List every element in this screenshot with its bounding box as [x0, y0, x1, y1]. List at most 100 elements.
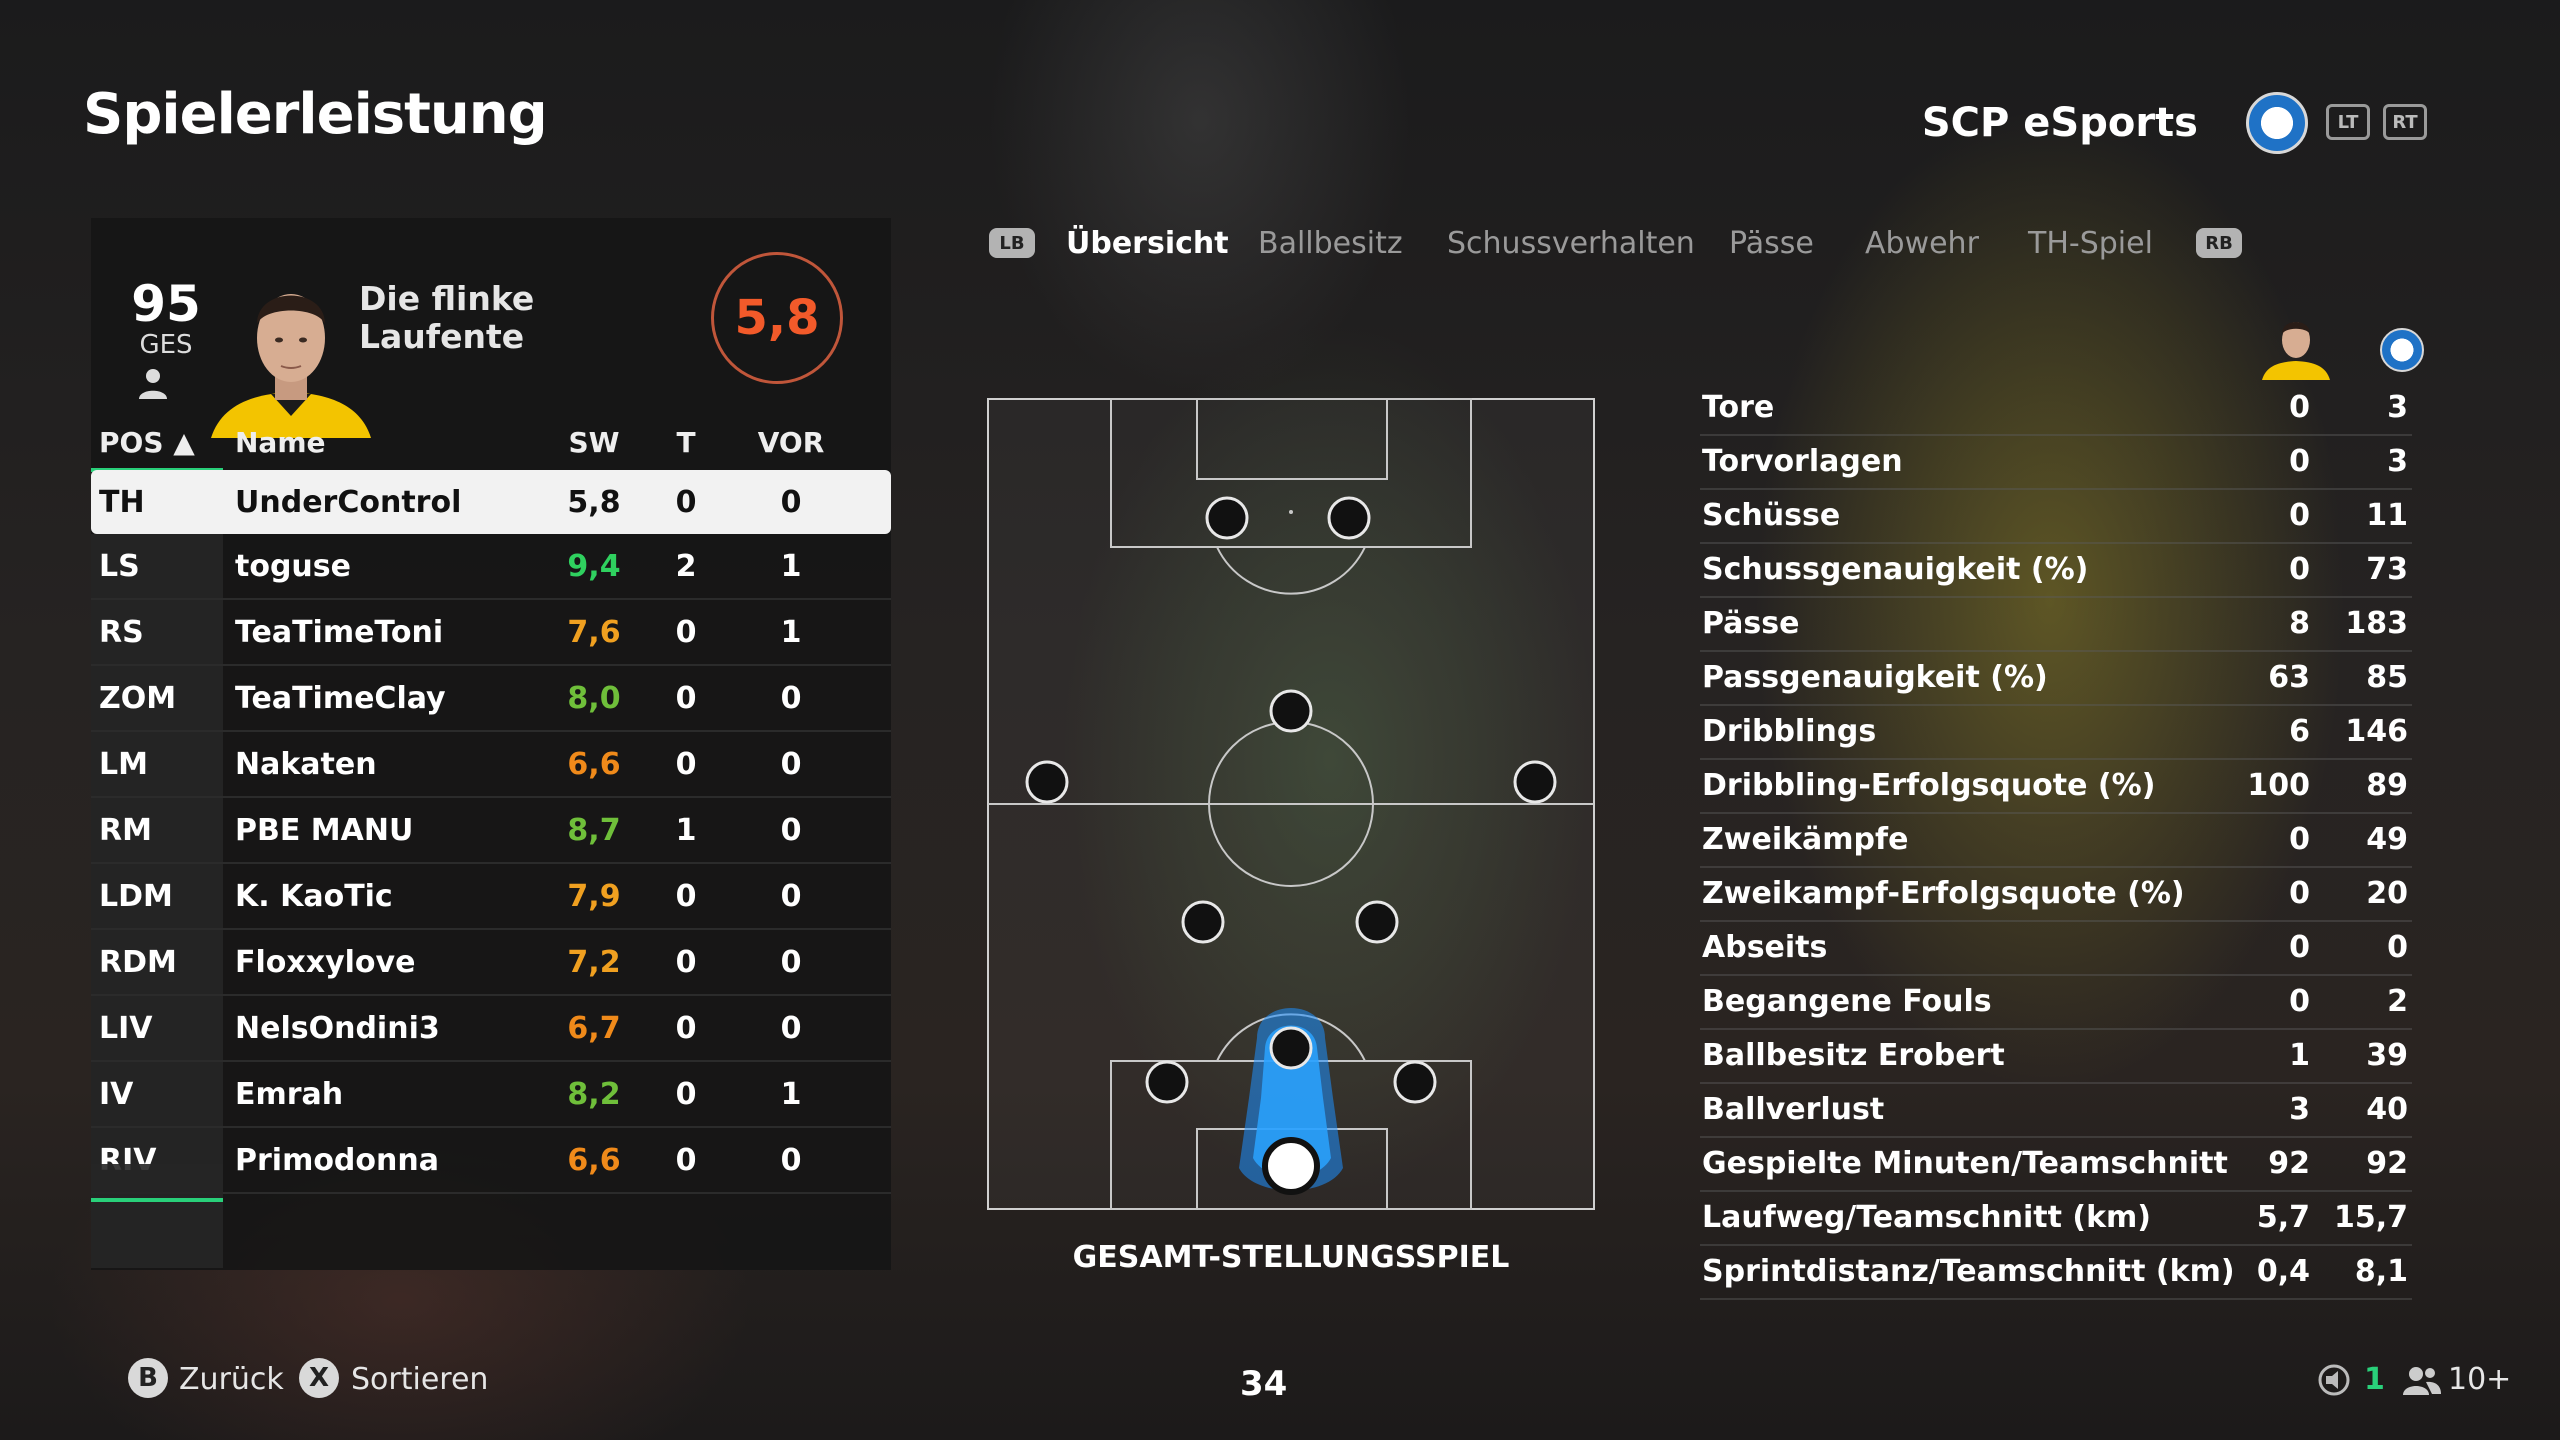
stat-player-value: 100 [2247, 768, 2310, 803]
stat-row: Passgenauigkeit (%) 63 85 [1700, 652, 2412, 706]
lb-bumper-icon[interactable]: LB [989, 228, 1035, 258]
b-button-icon[interactable]: B [128, 1358, 168, 1398]
stat-team-value: 92 [2366, 1146, 2408, 1181]
tab-abwehr[interactable]: Abwehr [1865, 226, 1979, 261]
stat-player-value: 0 [2289, 876, 2310, 911]
player-list-panel: 95 GES Die flinke Laufente 5,8 POS ▲ Nam… [91, 218, 891, 1270]
row-name: PBE MANU [235, 813, 414, 848]
table-row[interactable]: TH UnderControl 5,8 0 0 [91, 470, 891, 534]
stat-row: Schussgenauigkeit (%) 0 73 [1700, 544, 2412, 598]
tab-schussverhalten[interactable]: Schussverhalten [1447, 226, 1695, 261]
tab-th-spiel[interactable]: TH-Spiel [2028, 226, 2153, 261]
row-assists: 0 [780, 945, 802, 980]
stat-team-value: 49 [2366, 822, 2408, 857]
stat-team-value: 146 [2345, 714, 2408, 749]
stat-player-value: 0 [2289, 984, 2310, 1019]
back-label[interactable]: Zurück [179, 1362, 284, 1397]
stat-label: Ballverlust [1702, 1092, 1885, 1127]
column-sw-header[interactable]: SW [564, 426, 624, 459]
sort-label[interactable]: Sortieren [351, 1362, 488, 1397]
row-rating: 7,6 [567, 615, 621, 650]
stat-row: Zweikämpfe 0 49 [1700, 814, 2412, 868]
table-row[interactable]: LS toguse 9,4 2 1 [91, 534, 891, 600]
stat-row: Abseits 0 0 [1700, 922, 2412, 976]
table-row[interactable]: LIV NelsOndini3 6,7 0 0 [91, 996, 891, 1062]
row-goals: 0 [675, 1143, 697, 1178]
stat-row: Ballverlust 3 40 [1700, 1084, 2412, 1138]
stat-label: Torvorlagen [1702, 444, 1903, 479]
table-row[interactable]: RS TeaTimeToni 7,6 0 1 [91, 600, 891, 666]
row-assists: 0 [780, 879, 802, 914]
table-row[interactable]: IV Emrah 8,2 0 1 [91, 1062, 891, 1128]
row-goals: 0 [675, 1011, 697, 1046]
stat-row: Dribbling-Erfolgsquote (%) 100 89 [1700, 760, 2412, 814]
row-assists: 0 [780, 813, 802, 848]
row-pos: TH [99, 485, 145, 520]
row-name: TeaTimeClay [235, 681, 446, 716]
column-pos-header[interactable]: POS ▲ [99, 426, 195, 459]
tab-uebersicht[interactable]: Übersicht [1066, 226, 1229, 261]
rb-bumper-icon[interactable]: RB [2196, 228, 2242, 258]
row-pos: IV [99, 1077, 134, 1112]
stat-player-value: 8 [2289, 606, 2310, 641]
positioning-heatmap-pitch [987, 398, 1595, 1210]
stat-team-value: 40 [2366, 1092, 2408, 1127]
table-row[interactable]: RM PBE MANU 8,7 1 0 [91, 798, 891, 864]
stat-row: Torvorlagen 0 3 [1700, 436, 2412, 490]
row-goals: 1 [675, 813, 697, 848]
row-pos: LS [99, 549, 140, 584]
row-pos: ZOM [99, 681, 177, 716]
tab-ballbesitz[interactable]: Ballbesitz [1258, 226, 1403, 261]
stat-team-value: 8,1 [2354, 1254, 2408, 1289]
column-name-header[interactable]: Name [235, 426, 326, 459]
player-table: TH UnderControl 5,8 0 0 LS toguse 9,4 2 1 RS TeaTim… [91, 470, 891, 1194]
tab-paesse[interactable]: Pässe [1729, 226, 1814, 261]
stat-label: Dribblings [1702, 714, 1877, 749]
x-button-icon[interactable]: X [299, 1358, 339, 1398]
column-t-header[interactable]: T [666, 426, 706, 459]
row-name: toguse [235, 549, 351, 584]
stat-team-value: 2 [2387, 984, 2408, 1019]
lt-bumper-icon[interactable]: LT [2326, 104, 2370, 140]
player-nickname: Die flinke Laufente [359, 279, 535, 356]
page-number: 34 [1240, 1364, 1288, 1404]
row-rating: 7,2 [567, 945, 621, 980]
pitch-caption: GESAMT-STELLUNGSSPIEL [1072, 1240, 1510, 1275]
row-assists: 1 [780, 549, 802, 584]
team-crest-icon [2246, 92, 2308, 154]
stat-label: Laufweg/Teamschnitt (km) [1702, 1200, 2151, 1235]
player-stats-icon [2262, 322, 2330, 380]
stat-row: Gespielte Minuten/Teamschnitt 92 92 [1700, 1138, 2412, 1192]
stat-label: Pässe [1702, 606, 1800, 641]
stat-player-value: 92 [2268, 1146, 2310, 1181]
row-assists: 0 [780, 681, 802, 716]
table-row[interactable]: RDM Floxxylove 7,2 0 0 [91, 930, 891, 996]
row-pos: RM [99, 813, 152, 848]
stat-row: Ballbesitz Erobert 1 39 [1700, 1030, 2412, 1084]
stat-player-value: 0 [2289, 498, 2310, 533]
stats-list: Tore 0 3 Torvorlagen 0 3 Schüsse 0 11 Schussgenau… [1700, 382, 2412, 1300]
row-pos: RDM [99, 945, 177, 980]
stat-label: Tore [1702, 390, 1775, 425]
rt-bumper-icon[interactable]: RT [2383, 104, 2427, 140]
table-row[interactable]: ZOM TeaTimeClay 8,0 0 0 [91, 666, 891, 732]
stat-team-value: 20 [2366, 876, 2408, 911]
stat-player-value: 1 [2289, 1038, 2310, 1073]
stat-player-value: 0 [2289, 390, 2310, 425]
stat-player-value: 3 [2289, 1092, 2310, 1127]
team-stats-crest-icon [2380, 328, 2424, 372]
stat-row: Dribblings 6 146 [1700, 706, 2412, 760]
table-row[interactable]: LDM K. KaoTic 7,9 0 0 [91, 864, 891, 930]
row-name: K. KaoTic [235, 879, 393, 914]
row-goals: 0 [675, 1077, 697, 1112]
stat-label: Zweikampf-Erfolgsquote (%) [1702, 876, 2185, 911]
stat-team-value: 183 [2345, 606, 2408, 641]
stat-player-value: 0 [2289, 444, 2310, 479]
row-goals: 0 [675, 945, 697, 980]
stat-label: Sprintdistanz/Teamschnitt (km) [1702, 1254, 2235, 1289]
row-name: TeaTimeToni [235, 615, 444, 650]
stat-row: Begangene Fouls 0 2 [1700, 976, 2412, 1030]
column-vor-header[interactable]: VOR [746, 426, 836, 459]
table-row[interactable]: LM Nakaten 6,6 0 0 [91, 732, 891, 798]
stat-player-value: 0,4 [2256, 1254, 2310, 1289]
